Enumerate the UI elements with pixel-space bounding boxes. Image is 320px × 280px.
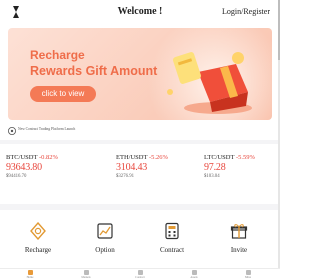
ticker-pair-name: BTC/USDT (6, 154, 38, 161)
tab-mine[interactable]: Mine (236, 270, 260, 279)
tab-markets[interactable]: Markets (74, 270, 98, 279)
ticker-btc[interactable]: BTC/USDT -0.82% 93643.80 $94416.70 (6, 154, 86, 179)
shield-coin-icon (30, 222, 46, 240)
chart-icon (97, 223, 113, 239)
ticker-ltc[interactable]: LTC/USDT -5.59% 97.28 $103.04 (204, 154, 284, 179)
markets-icon (83, 270, 89, 275)
tab-label: Markets (81, 276, 91, 279)
ticker-pair-name: ETH/USDT (116, 154, 148, 161)
tab-label: Contract (135, 276, 145, 279)
tab-contract[interactable]: Contract (128, 270, 152, 279)
calculator-icon (165, 222, 179, 240)
ticker-volume: $103.04 (204, 174, 220, 179)
tab-label: Home (26, 276, 34, 279)
section-divider (0, 204, 280, 210)
ticker-price: 3104.43 (116, 162, 148, 173)
gift-box-icon (167, 52, 252, 114)
ticker-pair-name: LTC/USDT (204, 154, 235, 161)
tab-label: Assets (190, 276, 198, 279)
announcement-text: New Contract Trading Platform Launch (18, 127, 76, 131)
ticker-eth[interactable]: ETH/USDT -5.26% 3104.43 $3276.91 (116, 154, 196, 179)
quick-action-invite[interactable]: Invite (209, 222, 269, 254)
scrollbar[interactable] (278, 0, 280, 268)
ticker-volume: $3276.91 (116, 174, 134, 179)
gift-icon (230, 224, 248, 239)
bottom-tab-bar: Home Markets Contract Assets Mine (0, 268, 280, 280)
scrollbar-thumb[interactable] (278, 0, 280, 60)
ticker-change: -0.82% (38, 154, 58, 161)
banner-subheadline: Rewards Gift Amount (30, 64, 158, 78)
speaker-icon (8, 127, 16, 135)
ticker-pair: ETH/USDT -5.26% (116, 154, 196, 161)
contract-icon (137, 270, 143, 275)
quick-actions: Recharge Option Contract Invite (0, 212, 280, 268)
quick-action-label: Recharge (24, 246, 52, 254)
ticker-price: 93643.80 (6, 162, 42, 173)
ticker-volume: $94416.70 (6, 174, 27, 179)
banner-headline: Recharge (30, 48, 85, 62)
promo-banner[interactable]: Recharge Rewards Gift Amount click to vi… (8, 28, 272, 120)
quick-action-label: Invite (230, 246, 248, 254)
login-register-link[interactable]: Login/Register (222, 7, 270, 16)
quick-action-label: Contract (159, 246, 185, 254)
user-icon (245, 270, 251, 275)
ticker-change: -5.26% (148, 154, 168, 161)
quick-action-label: Option (95, 246, 115, 254)
home-icon (27, 270, 33, 275)
tab-home[interactable]: Home (18, 270, 42, 279)
top-bar: Welcome ! Login/Register (0, 0, 280, 26)
quick-action-contract[interactable]: Contract (142, 222, 202, 254)
ticker-pair: BTC/USDT -0.82% (6, 154, 86, 161)
section-divider (0, 140, 280, 144)
ticker-pair: LTC/USDT -5.59% (204, 154, 284, 161)
quick-action-recharge[interactable]: Recharge (8, 222, 68, 254)
tab-label: Mine (245, 276, 251, 279)
ticker-change: -5.59% (235, 154, 255, 161)
quick-action-option[interactable]: Option (75, 222, 135, 254)
ticker-price: 97.28 (204, 162, 226, 173)
tab-assets[interactable]: Assets (182, 270, 206, 279)
assets-icon (191, 270, 197, 275)
banner-click-button[interactable]: click to view (30, 86, 96, 102)
announcement-bar[interactable]: New Contract Trading Platform Launch (8, 126, 272, 136)
